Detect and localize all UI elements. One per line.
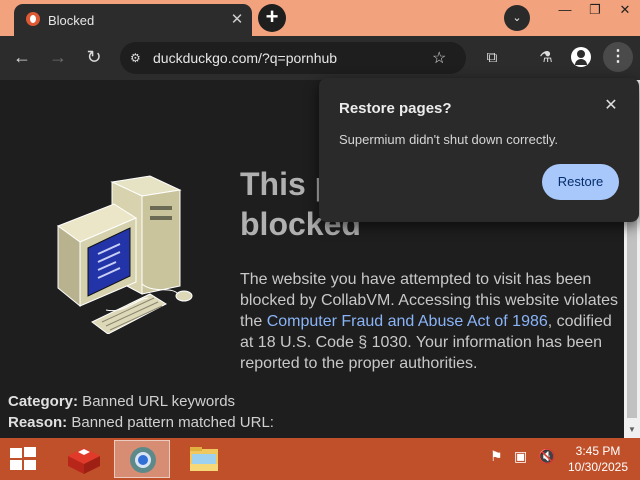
forward-button[interactable]: → — [46, 46, 70, 70]
restore-button[interactable]: Restore — [542, 164, 619, 200]
dialog-close-icon[interactable]: ✕ — [601, 96, 621, 116]
taskbar-app-file-explorer[interactable] — [176, 440, 232, 478]
folder-icon — [190, 447, 218, 471]
tab-strip: Blocked ✕ + ⌄ — ❐ ✕ — [0, 0, 640, 36]
system-clock[interactable]: 3:45 PM 10/30/2025 — [562, 443, 634, 475]
dialog-message: Supermium didn't shut down correctly. — [339, 132, 559, 147]
block-description: The website you have attempted to visit … — [240, 269, 618, 374]
taskbar-app-browser[interactable] — [114, 440, 170, 478]
clock-date: 10/30/2025 — [567, 460, 629, 474]
cfaa-link[interactable]: Computer Fraud and Abuse Act of 1986 — [267, 313, 548, 330]
tab-search-button[interactable]: ⌄ — [504, 5, 530, 31]
bookmark-star-icon[interactable]: ☆ — [432, 48, 446, 68]
tab-title: Blocked — [48, 13, 95, 28]
restore-pages-dialog: Restore pages? ✕ Supermium didn't shut d… — [319, 78, 639, 222]
new-tab-button[interactable]: + — [258, 4, 286, 32]
minimize-button[interactable]: — — [550, 0, 580, 22]
tab-blocked[interactable]: Blocked ✕ — [14, 4, 252, 36]
flag-icon[interactable]: ⚑ — [490, 448, 503, 465]
desktop-screen: Blocked ✕ + ⌄ — ❐ ✕ ← → ↻ ⚙ duckduckgo.c… — [0, 0, 640, 480]
reason-value: Banned pattern matched URL: — [67, 414, 274, 431]
retro-computer-illustration — [56, 175, 193, 334]
profile-avatar-icon[interactable] — [571, 47, 591, 67]
windows-taskbar: ⚑ ▣ 🔇 3:45 PM 10/30/2025 — [0, 438, 640, 480]
scroll-down-arrow-icon[interactable]: ▼ — [624, 422, 640, 438]
extensions-icon[interactable]: ⧉ — [480, 46, 504, 70]
start-windows-icon[interactable] — [10, 447, 38, 471]
duckduckgo-favicon-icon — [26, 12, 40, 26]
block-info: Category: Banned URL keywords Reason: Ba… — [8, 391, 274, 433]
red-box-app-icon — [68, 448, 100, 474]
back-button[interactable]: ← — [10, 46, 34, 70]
address-bar[interactable]: ⚙ duckduckgo.com/?q=pornhub ☆ — [120, 42, 466, 74]
browser-app-icon — [130, 447, 156, 473]
site-info-icon[interactable]: ⚙ — [130, 50, 146, 66]
network-icon[interactable]: ▣ — [514, 448, 527, 465]
clock-time: 3:45 PM — [575, 444, 621, 458]
category-label: Category: — [8, 393, 79, 410]
dialog-title: Restore pages? — [339, 100, 452, 117]
category-line: Category: Banned URL keywords — [8, 391, 274, 412]
close-window-button[interactable]: ✕ — [610, 0, 640, 22]
labs-flask-icon[interactable]: ⚗ — [534, 46, 558, 70]
browser-toolbar: ← → ↻ ⚙ duckduckgo.com/?q=pornhub ☆ ⧉ ⚗ … — [0, 36, 640, 80]
reason-line: Reason: Banned pattern matched URL: — [8, 412, 274, 433]
browser-menu-button[interactable]: ⋮ — [603, 42, 633, 72]
reason-label: Reason: — [8, 414, 68, 431]
url-text[interactable]: duckduckgo.com/?q=pornhub — [153, 50, 337, 66]
restore-window-button[interactable]: ❐ — [580, 0, 610, 22]
window-controls: — ❐ ✕ — [550, 0, 640, 22]
reload-button[interactable]: ↻ — [82, 46, 106, 70]
taskbar-app-filezilla[interactable] — [56, 440, 112, 478]
category-value: Banned URL keywords — [78, 393, 236, 410]
volume-muted-icon[interactable]: 🔇 — [538, 448, 555, 465]
tab-close-icon[interactable]: ✕ — [228, 11, 246, 29]
